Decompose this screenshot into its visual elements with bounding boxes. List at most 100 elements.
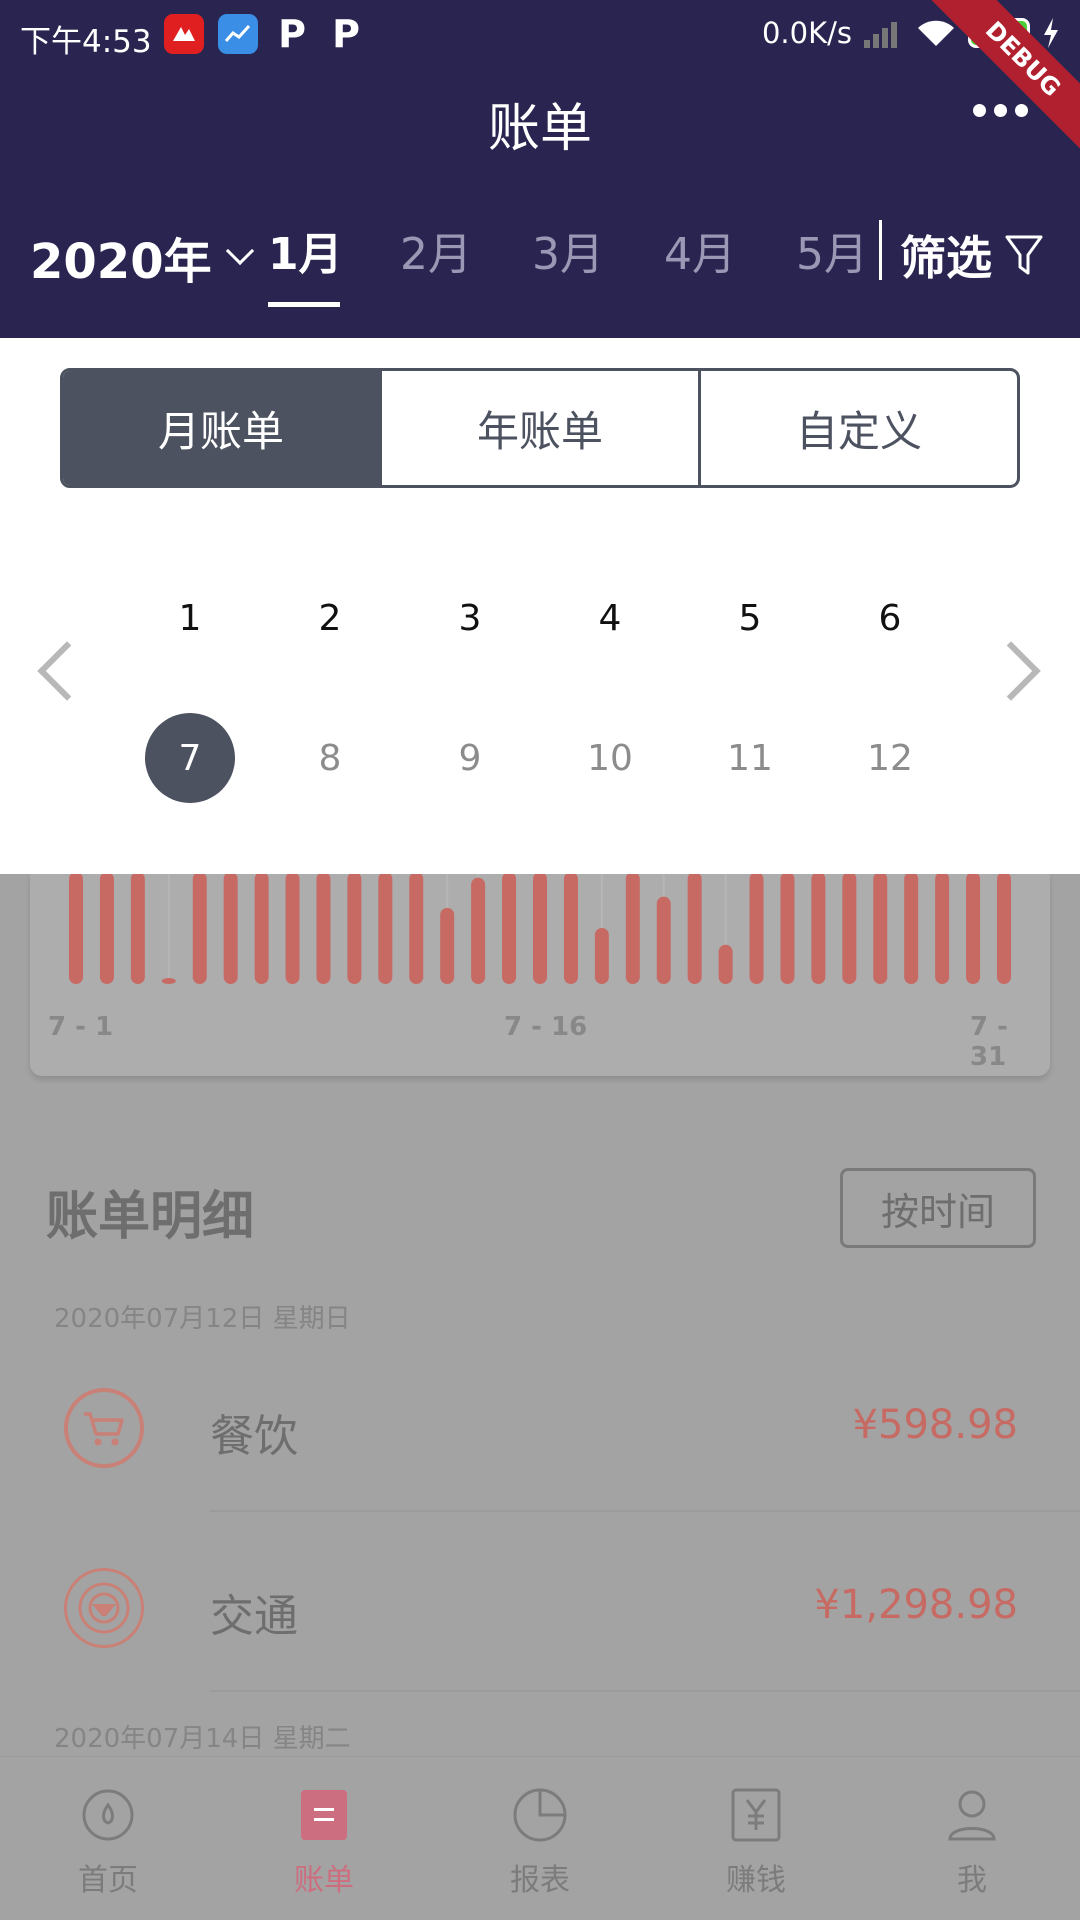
tab-bill[interactable]: 账单 [216,1757,432,1920]
tab-label: 报表 [510,1863,570,1898]
chart-bar [935,874,950,984]
app-notification-icon: P [278,12,306,56]
month-option-1[interactable]: 1 [145,573,235,663]
header-divider [879,220,882,280]
month-picker-panel: 月账单 年账单 自定义 1 2 3 4 5 6 7 8 9 10 11 12 [0,338,1080,874]
daily-expense-chart: 7 - 1 7 - 16 7 - 31 [30,874,1050,1076]
filter-label: 筛选 [900,231,992,285]
chart-bar [904,874,919,984]
segment-custom[interactable]: 自定义 [698,371,1017,485]
bill-category: 餐饮 [210,1411,298,1462]
tab-label: 我 [957,1863,987,1898]
divider [210,1690,1080,1692]
chart-bar [316,874,331,984]
tab-report[interactable]: 报表 [432,1757,648,1920]
bill-category: 交通 [210,1591,298,1642]
date-header: 2020年07月14日 星期二 [54,1724,351,1754]
cart-icon [64,1388,144,1468]
chart-bar [254,874,269,984]
status-bar: 下午4:53 P P 0.0K/s 100 [0,0,1080,70]
month-option-4[interactable]: 4 [565,573,655,663]
user-icon [942,1785,1002,1845]
month-tabs: 1月 2月 3月 4月 5月 [268,218,878,308]
charging-icon [1044,18,1058,48]
month-option-12[interactable]: 12 [845,713,935,803]
month-option-9[interactable]: 9 [425,713,515,803]
status-time: 下午4:53 [20,24,152,60]
month-option-2[interactable]: 2 [285,573,375,663]
chart-bar [625,874,640,984]
app-notification-icon [218,14,258,54]
more-options-icon[interactable] [973,104,1028,117]
month-option-6[interactable]: 6 [845,573,935,663]
bill-amount: ¥598.98 [852,1402,1018,1448]
status-app-icons: P P [164,12,366,56]
chart-bar [811,874,826,984]
x-tick-start: 7 - 1 [48,1012,114,1042]
tab-month-2[interactable]: 2月 [400,218,472,282]
chart-bar [873,874,888,984]
tab-label: 账单 [294,1863,354,1898]
chart-bar [687,874,702,984]
chevron-left-icon[interactable] [37,641,97,701]
bill-details-title: 账单明细 [46,1187,255,1247]
chart-bar [656,896,671,984]
chart-bar [440,907,455,984]
home-icon [78,1785,138,1845]
list-item[interactable]: 餐饮 ¥598.98 [0,1344,1080,1512]
chart-bar [130,874,145,984]
chart-bar [502,874,517,984]
chart-bar [192,874,207,984]
month-option-3[interactable]: 3 [425,573,515,663]
chart-bar [780,874,795,984]
bill-amount: ¥1,298.98 [814,1582,1018,1628]
chevron-right-icon[interactable] [981,641,1041,701]
filter-button[interactable]: 筛选 [900,222,1044,288]
date-header: 2020年07月12日 星期日 [54,1304,351,1334]
chart-bar [69,874,83,984]
signal-icon [864,18,904,48]
tab-month-4[interactable]: 4月 [664,218,736,282]
tab-month-1[interactable]: 1月 [268,218,343,282]
yen-icon [726,1785,786,1845]
pie-chart-icon [510,1785,570,1845]
chart-bar [161,978,176,984]
month-option-10[interactable]: 10 [565,713,655,803]
app-notification-icon: P [332,12,360,56]
list-item[interactable]: 交通 ¥1,298.98 [0,1524,1080,1692]
filter-icon [1005,235,1043,275]
year-label: 2020年 [30,234,212,290]
active-tab-indicator [268,302,340,307]
chart-bar [966,874,981,984]
divider [210,1510,1080,1512]
x-tick-mid: 7 - 16 [504,1012,588,1042]
segment-month-bill[interactable]: 月账单 [63,371,379,485]
chart-bar [409,874,424,984]
month-option-5[interactable]: 5 [705,573,795,663]
steering-wheel-icon [64,1568,144,1648]
chart-bar [997,874,1011,984]
tab-home[interactable]: 首页 [0,1757,216,1920]
app-notification-icon [164,14,204,54]
tab-month-5[interactable]: 5月 [796,218,868,282]
bill-period-segmented-control: 月账单 年账单 自定义 [60,368,1020,488]
sort-by-time-button[interactable]: 按时间 [840,1168,1036,1248]
segment-year-bill[interactable]: 年账单 [379,371,698,485]
chevron-down-icon [225,236,254,266]
net-speed: 0.0K/s [761,16,852,50]
tab-me[interactable]: 我 [864,1757,1080,1920]
chart-bar [718,944,733,984]
chart-bar [471,877,486,984]
tab-month-3[interactable]: 3月 [532,218,604,282]
page-title: 账单 [487,99,592,159]
month-option-11[interactable]: 11 [705,713,795,803]
chart-bar [563,874,578,984]
chart-bar [223,874,238,984]
bottom-tab-bar: 首页 账单 报表 赚钱 我 [0,1756,1080,1920]
month-option-8[interactable]: 8 [285,713,375,803]
year-selector[interactable]: 2020年 [30,222,254,292]
tab-earn[interactable]: 赚钱 [648,1757,864,1920]
chart-bar [285,874,300,984]
bill-icon [294,1785,354,1845]
month-option-7[interactable]: 7 [145,713,235,803]
